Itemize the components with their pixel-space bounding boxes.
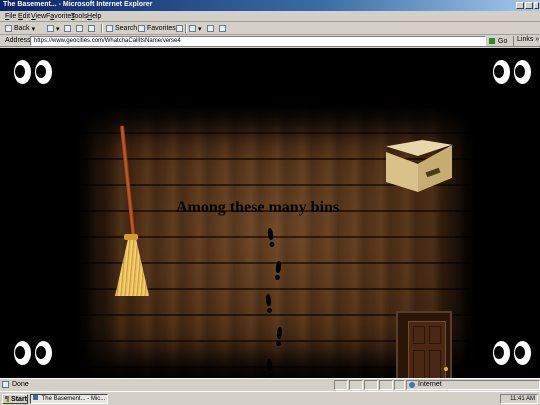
back-button[interactable]: Back ▾: [5, 24, 35, 33]
print-icon: [207, 25, 214, 32]
edit-button[interactable]: [219, 24, 228, 33]
back-dropdown-icon: ▾: [31, 25, 36, 33]
links-label: Links: [517, 36, 534, 43]
status-cell: [349, 380, 363, 390]
home-button[interactable]: [88, 24, 97, 33]
stop-button[interactable]: [64, 24, 73, 33]
menu-tools[interactable]: Tools: [71, 13, 87, 20]
system-tray-clock[interactable]: 11:41 AM: [500, 394, 538, 404]
address-bar: Address https://www.geocities.com/Whatch…: [0, 35, 540, 47]
edit-icon: [219, 25, 226, 32]
stop-icon: [64, 25, 71, 32]
search-button[interactable]: Search: [106, 24, 137, 33]
close-button[interactable]: [534, 2, 539, 9]
door-knob: [444, 367, 448, 371]
back-label: Back: [14, 25, 30, 32]
status-cell: [364, 380, 378, 390]
standard-toolbar: Back ▾ ▾ Search Favorites ▾: [0, 22, 540, 35]
page-headline: Among these many bins: [176, 199, 340, 216]
menu-bar: File Edit View Favorites Tools Help: [0, 11, 540, 22]
taskbar-item-ie[interactable]: The Basement... - Mic...: [30, 394, 108, 404]
ie-icon: [33, 395, 38, 400]
home-icon: [88, 25, 95, 32]
history-button[interactable]: [176, 24, 185, 33]
refresh-button[interactable]: [76, 24, 85, 33]
back-arrow-icon: [5, 25, 12, 32]
cardboard-box-icon[interactable]: [380, 140, 452, 195]
forward-arrow-icon: [47, 25, 54, 32]
favorites-label: Favorites: [147, 25, 176, 32]
mail-icon: [189, 25, 196, 32]
start-button[interactable]: Start: [2, 394, 28, 404]
page-done-icon: [2, 381, 9, 388]
window-title: The Basement... - Microsoft Internet Exp…: [3, 1, 153, 8]
broom-icon[interactable]: [112, 125, 152, 301]
menu-view[interactable]: View: [31, 13, 46, 20]
status-text: Done: [12, 381, 29, 388]
zone-label: Internet: [418, 381, 442, 388]
search-icon: [106, 25, 113, 32]
links-button[interactable]: Links »: [513, 36, 540, 46]
forward-button[interactable]: ▾: [47, 24, 60, 33]
status-cell: [334, 380, 348, 390]
menu-edit[interactable]: Edit: [18, 13, 30, 20]
star-icon: [138, 25, 145, 32]
page-viewport[interactable]: Among these many bins: [0, 48, 540, 378]
door-icon[interactable]: [396, 311, 452, 378]
toolbar-separator: [101, 24, 102, 33]
address-label: Address: [5, 37, 31, 44]
menu-help[interactable]: Help: [87, 13, 101, 20]
taskbar: Start The Basement... - Mic... 11:41 AM: [0, 391, 540, 405]
go-button[interactable]: Go: [489, 36, 511, 46]
mail-button[interactable]: ▾: [189, 24, 202, 33]
maximize-button[interactable]: [525, 2, 533, 9]
minimize-button[interactable]: [516, 2, 524, 9]
eyes-icon: [493, 60, 533, 84]
task-label: The Basement... - Mic...: [41, 396, 106, 402]
window-titlebar[interactable]: The Basement... - Microsoft Internet Exp…: [0, 0, 540, 11]
refresh-icon: [76, 25, 83, 32]
go-label: Go: [498, 37, 508, 45]
eyes-icon: [14, 341, 54, 365]
status-bar: Done Internet: [0, 378, 540, 390]
status-cell: [379, 380, 393, 390]
search-label: Search: [115, 25, 138, 32]
eyes-icon: [14, 60, 54, 84]
history-icon: [176, 25, 183, 32]
status-cell: [394, 380, 405, 390]
windows-logo-icon: [5, 396, 10, 402]
start-label: Start: [11, 395, 27, 403]
security-zone: Internet: [406, 380, 540, 390]
address-input[interactable]: https://www.geocities.com/WhatchaCallIts…: [30, 36, 486, 46]
menu-file[interactable]: File: [5, 13, 16, 20]
favorites-button[interactable]: Favorites: [138, 24, 176, 33]
globe-icon: [409, 382, 415, 388]
print-button[interactable]: [207, 24, 216, 33]
toolbar-separator: [185, 24, 186, 33]
eyes-icon: [493, 341, 533, 365]
go-arrow-icon: [489, 38, 495, 44]
